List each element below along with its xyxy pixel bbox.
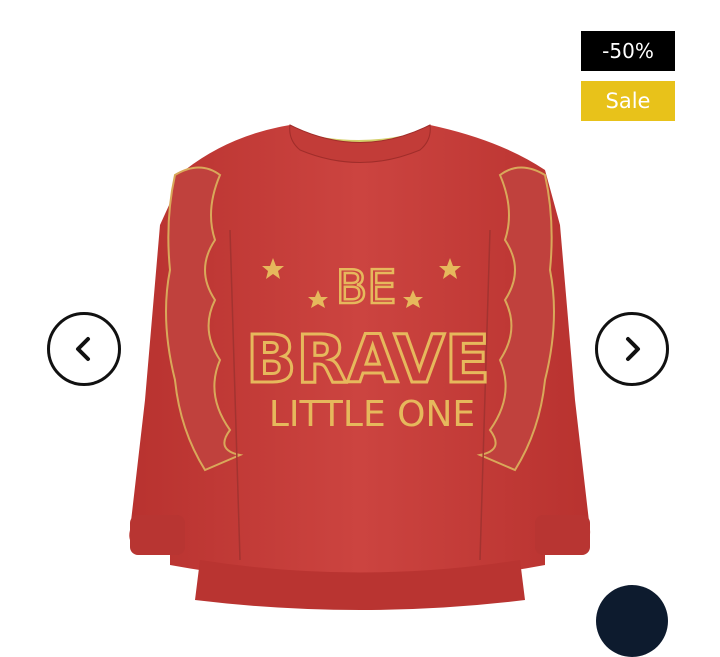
chevron-left-icon: [76, 337, 90, 361]
chevron-right-icon: [626, 337, 640, 361]
print-line-little-one: LITTLE ONE: [269, 394, 475, 435]
previous-image-button[interactable]: [47, 312, 121, 386]
sale-badge: Sale: [581, 81, 675, 121]
product-gallery: BE BRAVE LITTLE ONE -50% Sale: [0, 0, 720, 657]
print-line-be: BE: [336, 260, 397, 314]
floating-action-button[interactable]: [596, 585, 668, 657]
next-image-button[interactable]: [595, 312, 669, 386]
print-line-brave: BRAVE: [246, 321, 490, 398]
discount-badge: -50%: [581, 31, 675, 71]
